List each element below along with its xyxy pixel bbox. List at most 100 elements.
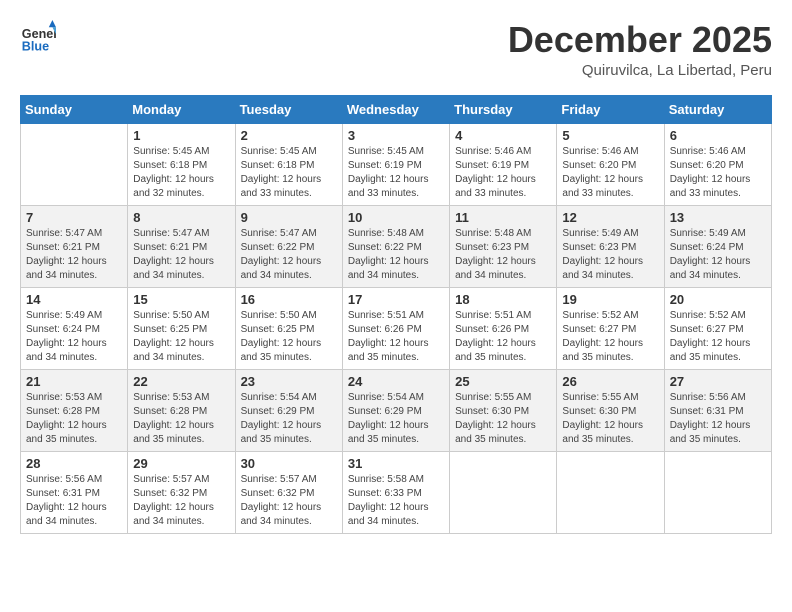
table-row: 26Sunrise: 5:55 AM Sunset: 6:30 PM Dayli…	[557, 369, 664, 451]
day-info: Sunrise: 5:58 AM Sunset: 6:33 PM Dayligh…	[348, 473, 444, 529]
day-number: 16	[241, 292, 337, 307]
day-info: Sunrise: 5:52 AM Sunset: 6:27 PM Dayligh…	[562, 309, 658, 365]
day-info: Sunrise: 5:50 AM Sunset: 6:25 PM Dayligh…	[241, 309, 337, 365]
day-info: Sunrise: 5:48 AM Sunset: 6:23 PM Dayligh…	[455, 227, 551, 283]
day-info: Sunrise: 5:57 AM Sunset: 6:32 PM Dayligh…	[241, 473, 337, 529]
day-number: 14	[26, 292, 122, 307]
table-row: 21 Sunrise: 5:53 AM Sunset: 6:28 PM Dayli…	[21, 369, 128, 451]
day-info: Sunrise: 5:53 AM Sunset: 6:28 PM Dayligh…	[133, 391, 229, 447]
calendar-header-row: Sunday Monday Tuesday Wednesday Thursday…	[21, 95, 772, 123]
day-info: Sunrise: 5:51 AM Sunset: 6:26 PM Dayligh…	[455, 309, 551, 365]
day-number: 7	[26, 210, 122, 225]
day-info: Sunrise: 5:46 AM Sunset: 6:19 PM Dayligh…	[455, 145, 551, 201]
day-number: 31	[348, 456, 444, 471]
day-number: 9	[241, 210, 337, 225]
calendar-week-row: 14 Sunrise: 5:49 AM Sunset: 6:24 PM Dayli…	[21, 287, 772, 369]
day-number: 22	[133, 374, 229, 389]
day-number: 4	[455, 128, 551, 143]
day-number: 12	[562, 210, 658, 225]
day-number: 29	[133, 456, 229, 471]
table-row: 3 Sunrise: 5:45 AM Sunset: 6:19 PM Daylig…	[342, 123, 449, 205]
col-thursday: Thursday	[450, 95, 557, 123]
title-section: December 2025 Quiruvilca, La Libertad, P…	[508, 20, 772, 79]
table-row: 2Sunrise: 5:45 AM Sunset: 6:18 PM Daylig…	[235, 123, 342, 205]
day-info: Sunrise: 5:56 AM Sunset: 6:31 PM Dayligh…	[26, 473, 122, 529]
table-row: 17Sunrise: 5:51 AM Sunset: 6:26 PM Dayli…	[342, 287, 449, 369]
day-number: 10	[348, 210, 444, 225]
day-number: 8	[133, 210, 229, 225]
calendar-week-row: 28 Sunrise: 5:56 AM Sunset: 6:31 PM Dayli…	[21, 451, 772, 533]
day-number: 3	[348, 128, 444, 143]
table-row	[557, 451, 664, 533]
table-row: 12 Sunrise: 5:49 AM Sunset: 6:23 PM Dayli…	[557, 205, 664, 287]
day-info: Sunrise: 5:45 AM Sunset: 6:18 PM Dayligh…	[133, 145, 229, 201]
day-info: Sunrise: 5:47 AM Sunset: 6:21 PM Dayligh…	[133, 227, 229, 283]
day-number: 6	[670, 128, 766, 143]
day-number: 23	[241, 374, 337, 389]
logo-icon: General Blue	[20, 20, 56, 56]
day-number: 21	[26, 374, 122, 389]
svg-text:Blue: Blue	[22, 40, 49, 54]
col-friday: Friday	[557, 95, 664, 123]
calendar-subtitle: Quiruvilca, La Libertad, Peru	[508, 62, 772, 79]
col-tuesday: Tuesday	[235, 95, 342, 123]
day-number: 30	[241, 456, 337, 471]
table-row: 31 Sunrise: 5:58 AM Sunset: 6:33 PM Dayli…	[342, 451, 449, 533]
day-info: Sunrise: 5:45 AM Sunset: 6:19 PM Dayligh…	[348, 145, 444, 201]
day-info: Sunrise: 5:49 AM Sunset: 6:24 PM Dayligh…	[26, 309, 122, 365]
day-number: 27	[670, 374, 766, 389]
table-row: 18 Sunrise: 5:51 AM Sunset: 6:26 PM Dayli…	[450, 287, 557, 369]
day-info: Sunrise: 5:53 AM Sunset: 6:28 PM Dayligh…	[26, 391, 122, 447]
table-row: 15Sunrise: 5:50 AM Sunset: 6:25 PM Dayli…	[128, 287, 235, 369]
day-number: 25	[455, 374, 551, 389]
table-row: 22 Sunrise: 5:53 AM Sunset: 6:28 PM Dayli…	[128, 369, 235, 451]
calendar-table: Sunday Monday Tuesday Wednesday Thursday…	[20, 95, 772, 534]
day-info: Sunrise: 5:46 AM Sunset: 6:20 PM Dayligh…	[562, 145, 658, 201]
table-row: 13Sunrise: 5:49 AM Sunset: 6:24 PM Dayli…	[664, 205, 771, 287]
col-saturday: Saturday	[664, 95, 771, 123]
day-number: 18	[455, 292, 551, 307]
table-row: 16 Sunrise: 5:50 AM Sunset: 6:25 PM Dayli…	[235, 287, 342, 369]
table-row	[450, 451, 557, 533]
day-number: 1	[133, 128, 229, 143]
day-number: 5	[562, 128, 658, 143]
table-row: 4 Sunrise: 5:46 AM Sunset: 6:19 PM Daylig…	[450, 123, 557, 205]
table-row: 25 Sunrise: 5:55 AM Sunset: 6:30 PM Dayli…	[450, 369, 557, 451]
day-number: 15	[133, 292, 229, 307]
day-number: 26	[562, 374, 658, 389]
table-row: 1 Sunrise: 5:45 AM Sunset: 6:18 PM Daylig…	[128, 123, 235, 205]
day-info: Sunrise: 5:54 AM Sunset: 6:29 PM Dayligh…	[241, 391, 337, 447]
table-row: 23 Sunrise: 5:54 AM Sunset: 6:29 PM Dayli…	[235, 369, 342, 451]
day-info: Sunrise: 5:47 AM Sunset: 6:21 PM Dayligh…	[26, 227, 122, 283]
calendar-title: December 2025	[508, 20, 772, 60]
day-number: 17	[348, 292, 444, 307]
day-info: Sunrise: 5:55 AM Sunset: 6:30 PM Dayligh…	[455, 391, 551, 447]
day-number: 11	[455, 210, 551, 225]
logo: General Blue	[20, 20, 56, 56]
day-info: Sunrise: 5:47 AM Sunset: 6:22 PM Dayligh…	[241, 227, 337, 283]
table-row: 5 Sunrise: 5:46 AM Sunset: 6:20 PM Daylig…	[557, 123, 664, 205]
table-row: 27 Sunrise: 5:56 AM Sunset: 6:31 PM Dayli…	[664, 369, 771, 451]
day-number: 28	[26, 456, 122, 471]
day-info: Sunrise: 5:56 AM Sunset: 6:31 PM Dayligh…	[670, 391, 766, 447]
table-row: 8 Sunrise: 5:47 AM Sunset: 6:21 PM Daylig…	[128, 205, 235, 287]
day-info: Sunrise: 5:54 AM Sunset: 6:29 PM Dayligh…	[348, 391, 444, 447]
col-sunday: Sunday	[21, 95, 128, 123]
table-row: 9 Sunrise: 5:47 AM Sunset: 6:22 PM Daylig…	[235, 205, 342, 287]
day-info: Sunrise: 5:49 AM Sunset: 6:23 PM Dayligh…	[562, 227, 658, 283]
calendar-week-row: 7 Sunrise: 5:47 AM Sunset: 6:21 PM Daylig…	[21, 205, 772, 287]
day-info: Sunrise: 5:49 AM Sunset: 6:24 PM Dayligh…	[670, 227, 766, 283]
col-monday: Monday	[128, 95, 235, 123]
page-header: General Blue December 2025 Quiruvilca, L…	[20, 20, 772, 79]
table-row	[21, 123, 128, 205]
table-row: 7 Sunrise: 5:47 AM Sunset: 6:21 PM Daylig…	[21, 205, 128, 287]
table-row: 30 Sunrise: 5:57 AM Sunset: 6:32 PM Dayli…	[235, 451, 342, 533]
day-info: Sunrise: 5:48 AM Sunset: 6:22 PM Dayligh…	[348, 227, 444, 283]
table-row: 20Sunrise: 5:52 AM Sunset: 6:27 PM Dayli…	[664, 287, 771, 369]
calendar-week-row: 1 Sunrise: 5:45 AM Sunset: 6:18 PM Daylig…	[21, 123, 772, 205]
col-wednesday: Wednesday	[342, 95, 449, 123]
table-row: 11 Sunrise: 5:48 AM Sunset: 6:23 PM Dayli…	[450, 205, 557, 287]
table-row: 24Sunrise: 5:54 AM Sunset: 6:29 PM Dayli…	[342, 369, 449, 451]
day-info: Sunrise: 5:45 AM Sunset: 6:18 PM Dayligh…	[241, 145, 337, 201]
table-row: 29Sunrise: 5:57 AM Sunset: 6:32 PM Dayli…	[128, 451, 235, 533]
